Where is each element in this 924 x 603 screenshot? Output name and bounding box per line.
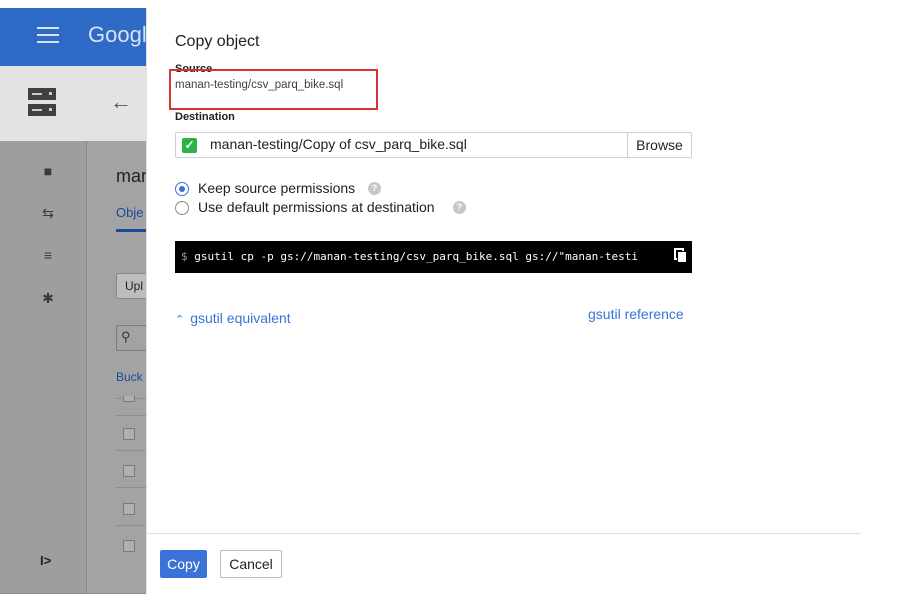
back-arrow-icon[interactable]: ← <box>110 89 132 115</box>
table-row-divider <box>116 487 146 488</box>
row-checkbox[interactable] <box>123 503 135 515</box>
storage-product-icon <box>28 88 56 116</box>
tab-objects[interactable]: Obje <box>116 205 143 220</box>
list-nav-icon[interactable]: ≡ <box>38 247 58 263</box>
help-icon[interactable]: ? <box>453 201 466 214</box>
settings-nav-icon[interactable]: ✱ <box>38 290 58 307</box>
table-row-divider <box>116 525 146 526</box>
bucket-nav-icon[interactable]: ■ <box>38 163 58 179</box>
command-text: gsutil cp -p gs://manan-testing/csv_parq… <box>194 250 638 263</box>
buckets-breadcrumb[interactable]: Buck <box>116 370 143 384</box>
gsutil-command: $ gsutil cp -p gs://manan-testing/csv_pa… <box>181 250 638 263</box>
source-highlight-box <box>169 69 378 110</box>
gsutil-equivalent-toggle[interactable]: ⌃ gsutil equivalent <box>175 310 291 326</box>
destination-label: Destination <box>175 111 235 123</box>
table-row-divider <box>116 450 146 451</box>
bottom-divider <box>0 593 146 594</box>
collapse-nav-icon[interactable]: I> <box>40 553 51 568</box>
gsutil-reference-link[interactable]: gsutil reference <box>588 306 684 322</box>
hamburger-menu-icon[interactable] <box>37 27 59 43</box>
browse-button[interactable]: Browse <box>627 132 692 158</box>
command-prompt: $ <box>181 250 188 263</box>
default-permissions-radio[interactable] <box>175 201 189 215</box>
row-checkbox[interactable] <box>123 540 135 552</box>
table-row-divider <box>116 415 146 416</box>
left-nav: ■ ⇆ ≡ ✱ <box>0 141 87 593</box>
cancel-button[interactable]: Cancel <box>220 550 282 578</box>
copy-button[interactable]: Copy <box>160 550 207 578</box>
keep-source-permissions-label[interactable]: Keep source permissions <box>198 180 355 196</box>
tab-underline <box>116 229 146 232</box>
row-checkbox[interactable] <box>123 465 135 477</box>
copy-object-dialog: Copy object Source manan-testing/csv_par… <box>146 8 861 593</box>
default-permissions-label[interactable]: Use default permissions at destination <box>198 199 435 215</box>
help-icon[interactable]: ? <box>368 182 381 195</box>
gsutil-equivalent-label: gsutil equivalent <box>190 310 291 326</box>
gsutil-command-box: $ gsutil cp -p gs://manan-testing/csv_pa… <box>175 241 692 273</box>
check-icon: ✓ <box>182 138 197 153</box>
chevron-up-icon: ⌃ <box>175 314 185 326</box>
keep-source-permissions-radio[interactable] <box>175 182 189 196</box>
row-checkbox[interactable] <box>123 396 135 402</box>
screen: Googl ← ■ ⇆ ≡ ✱ mar Obje Upl ⚲ Buck I> C… <box>0 0 924 603</box>
row-checkbox[interactable] <box>123 428 135 440</box>
transfer-nav-icon[interactable]: ⇆ <box>38 205 58 222</box>
destination-value[interactable]: manan-testing/Copy of csv_parq_bike.sql <box>210 136 467 152</box>
dialog-title: Copy object <box>175 33 260 50</box>
brand-logo: Googl <box>88 22 147 47</box>
copy-to-clipboard-icon[interactable] <box>674 248 688 264</box>
bucket-title: mar <box>116 166 147 186</box>
dialog-footer-divider <box>147 533 861 534</box>
